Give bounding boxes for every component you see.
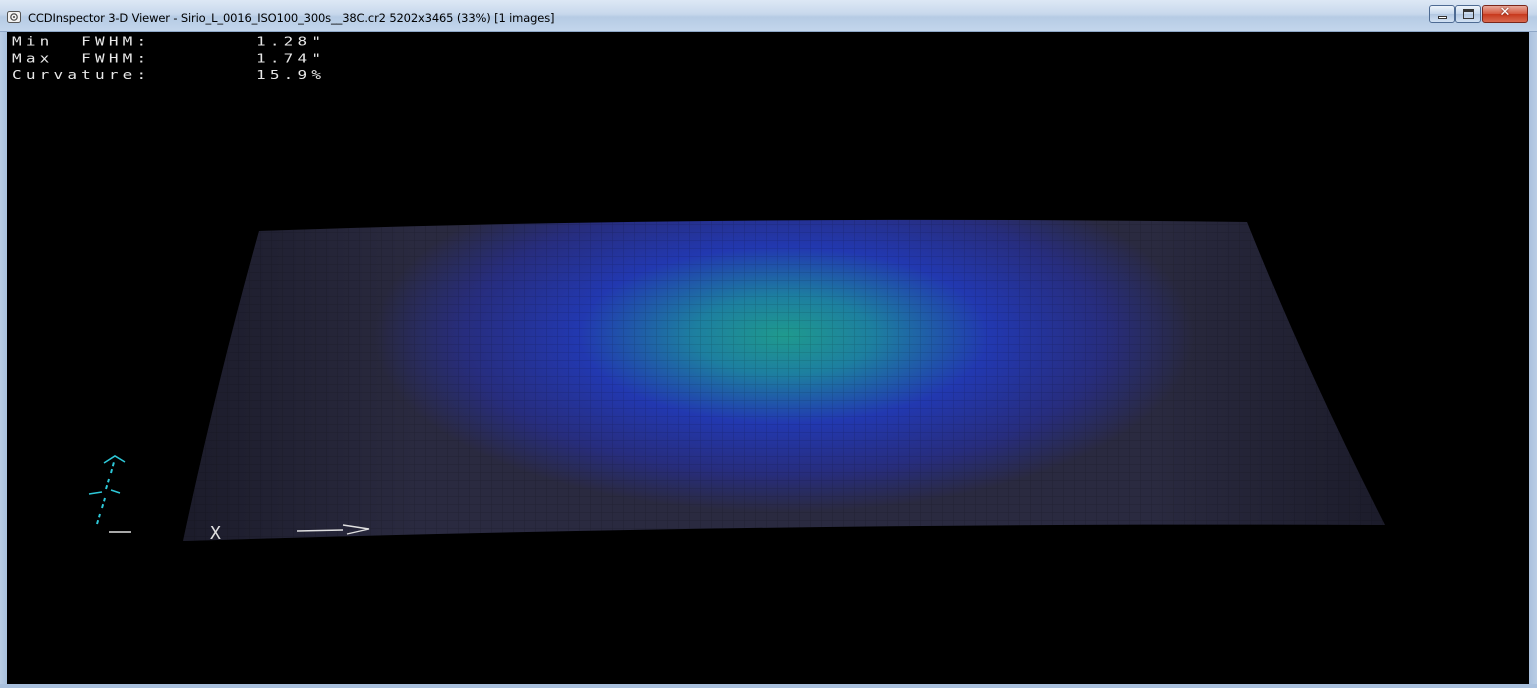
minimize-button[interactable]: [1429, 5, 1455, 23]
close-button[interactable]: ✕: [1482, 5, 1528, 23]
maximize-button[interactable]: [1455, 5, 1481, 23]
stat-label: Min FWHM:: [12, 33, 151, 49]
stat-label: Max FWHM:: [12, 50, 151, 66]
window-title: CCDInspector 3-D Viewer - Sirio_L_0016_I…: [28, 11, 555, 25]
stat-value: 1.28": [256, 33, 326, 49]
fwhm-surface: [183, 219, 1385, 541]
close-icon: ✕: [1499, 5, 1511, 20]
fwhm-surface-plot[interactable]: X: [7, 32, 1529, 684]
ccdinspector-app-icon: [7, 11, 21, 23]
stat-curvature: Curvature: 15.9%: [12, 67, 325, 84]
title-bar[interactable]: CCDInspector 3-D Viewer - Sirio_L_0016_I…: [0, 0, 1537, 32]
stat-min-fwhm: Min FWHM: 1.28": [12, 33, 325, 50]
window-frame-bottom: [0, 684, 1537, 688]
maximize-icon: [1463, 9, 1474, 19]
window-frame-right: [1529, 32, 1537, 688]
3d-viewer-canvas[interactable]: X Min FWHM: 1.28" Max FWHM: 1.74" Curvat…: [7, 32, 1529, 684]
x-axis-label: X: [210, 523, 221, 544]
stat-value: 15.9%: [256, 67, 326, 83]
stat-max-fwhm: Max FWHM: 1.74": [12, 50, 325, 67]
fwhm-stats-overlay: Min FWHM: 1.28" Max FWHM: 1.74" Curvatur…: [12, 33, 325, 83]
stat-label: Curvature:: [12, 67, 151, 83]
y-axis-arrow: [88, 455, 126, 525]
caption-buttons: ✕: [1429, 5, 1528, 25]
window-frame-left: [0, 32, 7, 688]
stat-value: 1.74": [256, 50, 326, 66]
minimize-icon: [1438, 16, 1447, 19]
